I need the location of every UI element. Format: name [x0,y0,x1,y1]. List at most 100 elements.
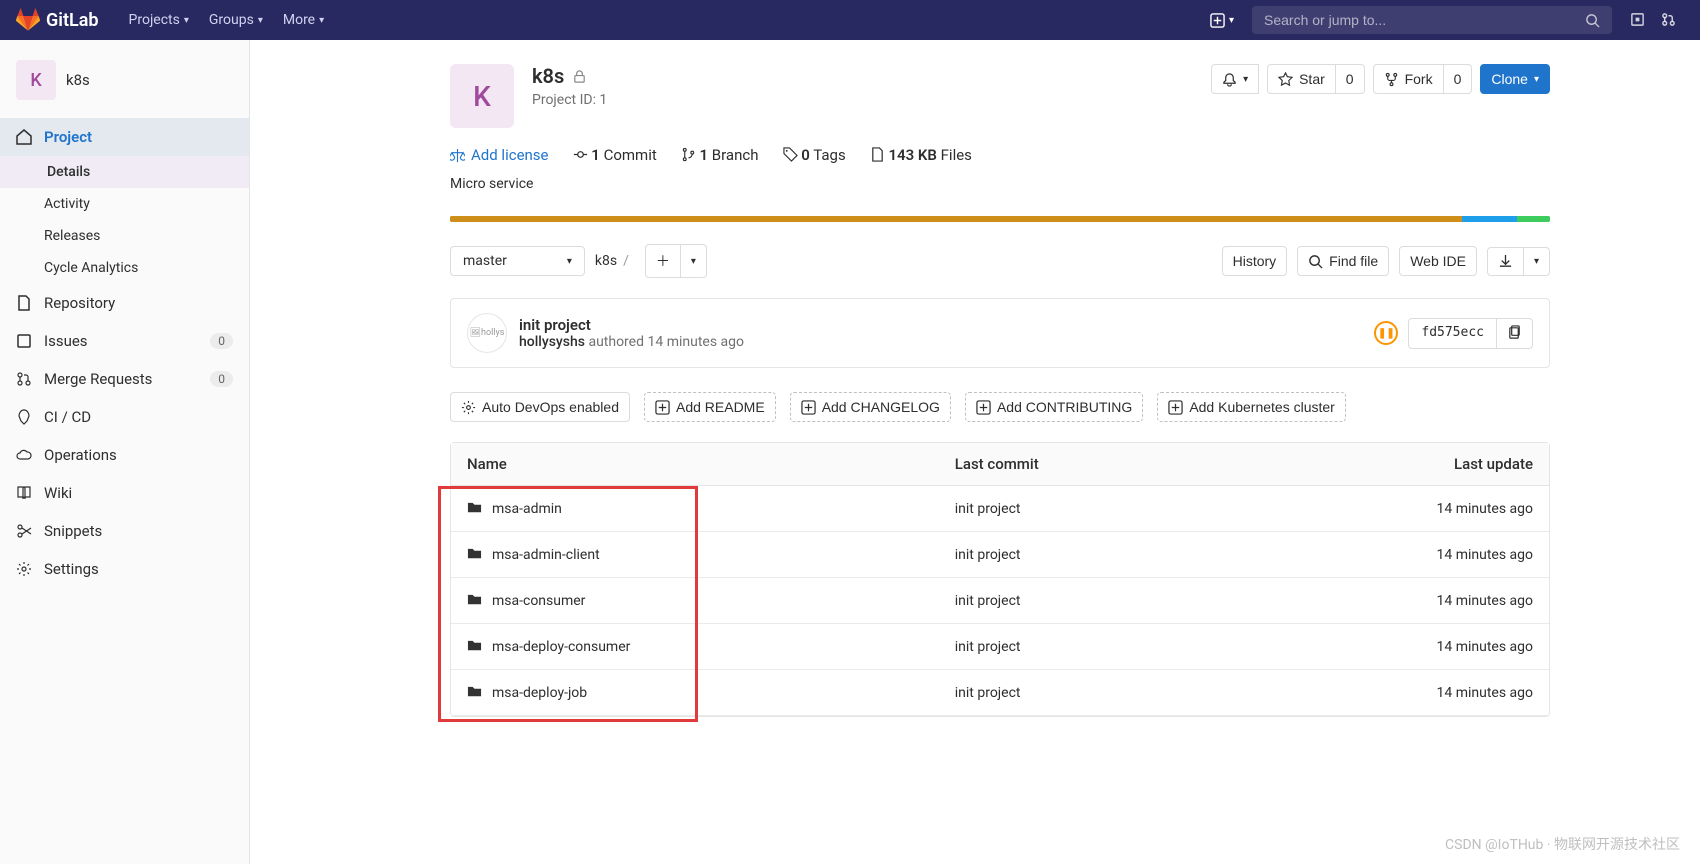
nav-more[interactable]: More▾ [273,0,334,40]
fork-button[interactable]: Fork [1373,64,1444,94]
star-count[interactable]: 0 [1336,64,1365,94]
plus-square-icon [1168,400,1183,415]
nav-groups[interactable]: Groups▾ [199,0,273,40]
home-icon [16,129,32,145]
last-commit-msg[interactable]: init project [939,578,1228,624]
project-title: k8s [532,64,564,88]
top-navbar: GitLab Projects▾ Groups▾ More▾ ▾ [0,0,1700,40]
breadcrumb: k8s/ [595,253,635,269]
search-box[interactable] [1252,6,1612,34]
sidebar-item-repository[interactable]: Repository [0,284,249,322]
last-update-time: 14 minutes ago [1228,532,1549,578]
last-commit-msg[interactable]: init project [939,486,1228,532]
branch-selector[interactable]: master ▾ [450,246,585,276]
chevron-down-icon: ▾ [567,256,572,267]
sidebar-sub-activity[interactable]: Activity [0,188,249,220]
language-bar[interactable] [450,216,1550,222]
clone-button[interactable]: Clone ▾ [1480,64,1550,94]
plus-square-icon [1210,13,1225,28]
table-row[interactable]: msa-admin init project 14 minutes ago [451,486,1549,532]
sidebar-item-merge-requests[interactable]: Merge Requests 0 [0,360,249,398]
star-icon [1278,72,1293,87]
pipeline-status-icon[interactable]: ❚❚ [1374,321,1398,345]
folder-icon [467,592,482,609]
commit-sha[interactable]: fd575ecc [1408,318,1497,349]
sidebar-item-project[interactable]: Project [0,118,249,156]
fork-count[interactable]: 0 [1444,64,1473,94]
merge-requests-shortcut-icon[interactable] [1653,12,1684,29]
web-ide-button[interactable]: Web IDE [1399,246,1477,276]
commit-time: 14 minutes ago [647,334,744,350]
download-dropdown[interactable]: ▾ [1524,247,1550,276]
table-row[interactable]: msa-deploy-consumer init project 14 minu… [451,624,1549,670]
mr-count: 0 [210,371,233,387]
download-button[interactable] [1487,247,1524,276]
sidebar: K k8s Project Details Activity Releases … [0,40,250,864]
sidebar-item-wiki[interactable]: Wiki [0,474,249,512]
sidebar-sub-cycle-analytics[interactable]: Cycle Analytics [0,252,249,284]
add-contributing-button[interactable]: Add CONTRIBUTING [965,392,1143,422]
add-license-link[interactable]: Add license [450,146,549,164]
add-readme-button[interactable]: Add README [644,392,776,422]
plus-square-icon [801,400,816,415]
scale-icon [450,148,465,163]
sidebar-item-settings[interactable]: Settings [0,550,249,588]
table-row[interactable]: msa-deploy-job init project 14 minutes a… [451,670,1549,716]
last-commit-msg[interactable]: init project [939,532,1228,578]
add-to-tree-dropdown[interactable]: ▾ [681,244,707,278]
project-avatar-large: K [450,64,514,128]
last-commit-box: 🖼hollys init project hollysyshs authored… [450,298,1550,368]
sidebar-sub-details[interactable]: Details [0,156,249,188]
search-icon [1585,13,1600,28]
last-update-time: 14 minutes ago [1228,670,1549,716]
bell-icon [1222,72,1237,87]
add-to-tree-button[interactable]: ＋ [645,244,681,278]
file-name[interactable]: msa-deploy-consumer [492,639,630,655]
new-dropdown[interactable]: ▾ [1202,9,1242,32]
copy-sha-button[interactable] [1497,318,1533,349]
commits-link[interactable]: 1 Commit [573,146,657,164]
add-changelog-button[interactable]: Add CHANGELOG [790,392,951,422]
sidebar-sub-releases[interactable]: Releases [0,220,249,252]
last-commit-msg[interactable]: init project [939,624,1228,670]
sidebar-item-issues[interactable]: Issues 0 [0,322,249,360]
last-commit-msg[interactable]: init project [939,670,1228,716]
last-update-time: 14 minutes ago [1228,578,1549,624]
find-file-button[interactable]: Find file [1297,246,1389,276]
commit-author[interactable]: hollysyshs [519,334,585,350]
sidebar-item-operations[interactable]: Operations [0,436,249,474]
tags-link[interactable]: 0 Tags [783,146,846,164]
notification-button[interactable]: ▾ [1211,64,1259,94]
files-size[interactable]: 143 KB Files [870,146,972,164]
file-name[interactable]: msa-admin [492,501,562,517]
folder-icon [467,638,482,655]
doc-icon [16,295,32,311]
add-kubernetes-button[interactable]: Add Kubernetes cluster [1157,392,1346,422]
file-name[interactable]: msa-deploy-job [492,685,587,701]
file-name[interactable]: msa-consumer [492,593,585,609]
history-button[interactable]: History [1222,246,1288,276]
sidebar-item-cicd[interactable]: CI / CD [0,398,249,436]
chevron-down-icon: ▾ [1229,15,1234,26]
breadcrumb-root[interactable]: k8s [595,253,617,269]
commit-title[interactable]: init project [519,316,744,334]
branches-link[interactable]: 1 Branch [681,146,759,164]
author-avatar[interactable]: 🖼hollys [467,313,507,353]
nav-projects[interactable]: Projects▾ [119,0,199,40]
folder-icon [467,546,482,563]
sidebar-item-snippets[interactable]: Snippets [0,512,249,550]
gitlab-logo[interactable]: GitLab [16,8,99,32]
file-name[interactable]: msa-admin-client [492,547,600,563]
doc-icon [870,147,885,162]
table-row[interactable]: msa-admin-client init project 14 minutes… [451,532,1549,578]
search-input[interactable] [1264,12,1585,28]
sidebar-context[interactable]: K k8s [0,52,249,108]
last-update-time: 14 minutes ago [1228,486,1549,532]
star-button[interactable]: Star [1267,64,1336,94]
chevron-down-icon: ▾ [1243,74,1248,85]
project-avatar: K [16,60,56,100]
auto-devops-button[interactable]: Auto DevOps enabled [450,392,630,422]
table-row[interactable]: msa-consumer init project 14 minutes ago [451,578,1549,624]
issues-shortcut-icon[interactable] [1622,12,1653,29]
project-content: K k8s Project ID: 1 ▾ [250,40,1700,864]
